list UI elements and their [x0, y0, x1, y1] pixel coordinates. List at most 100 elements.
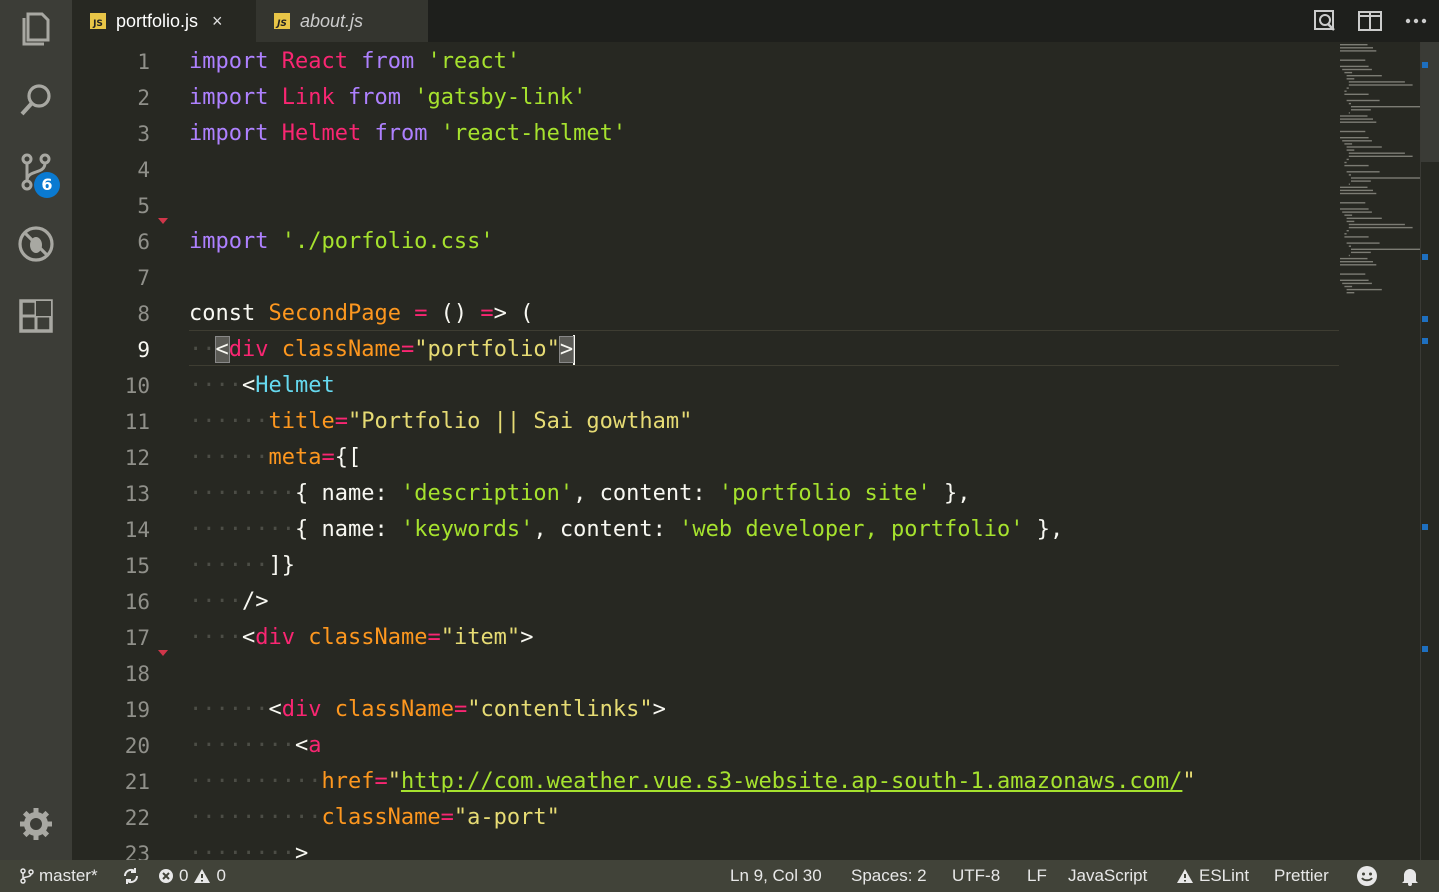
minimap-line — [1348, 84, 1413, 86]
more-actions-icon[interactable] — [1403, 8, 1429, 34]
minimap-line — [1344, 90, 1347, 92]
code-line[interactable]: 13 ········ { name: 'description', conten… — [72, 476, 1420, 512]
code-line[interactable]: 6 import './porfolio.css' — [72, 224, 1420, 260]
minimap[interactable] — [1338, 42, 1421, 362]
status-bar: master* 0 0 Ln 9, Col 30 Spaces: 2 UTF-8… — [0, 860, 1439, 892]
code-text: import './porfolio.css' — [189, 229, 494, 254]
search-icon[interactable] — [14, 78, 58, 122]
code-line[interactable]: 17 ···· <div className="item"> — [72, 620, 1420, 656]
minimap-line — [1346, 78, 1355, 80]
open-preview-icon[interactable] — [1312, 8, 1338, 34]
minimap-line — [1340, 186, 1368, 188]
code-line[interactable]: 11 ······ title="Portfolio || Sai gowtham… — [72, 404, 1420, 440]
notifications-button[interactable] — [1400, 860, 1420, 892]
source-control-badge: 6 — [34, 172, 60, 198]
sync-button[interactable] — [122, 860, 140, 892]
feedback-button[interactable] — [1356, 860, 1378, 892]
minimap-line — [1344, 233, 1347, 235]
warning-icon — [1177, 869, 1193, 883]
tab-about-js[interactable]: JS about.js — [256, 0, 428, 42]
code-line[interactable]: 18 — [72, 656, 1420, 692]
code-line[interactable]: 23 ········ > — [72, 836, 1420, 860]
split-editor-icon[interactable] — [1357, 8, 1383, 34]
tab-portfolio-js[interactable]: JS portfolio.js × — [72, 0, 256, 42]
scrollbar-thumb[interactable] — [1421, 42, 1439, 162]
minimap-line — [1344, 93, 1369, 95]
cursor-position[interactable]: Ln 9, Col 30 — [730, 860, 822, 892]
minimap-line — [1348, 223, 1405, 226]
minimap-line — [1340, 50, 1377, 52]
line-number: 6 — [137, 230, 150, 254]
code-line[interactable]: 21 ·········· href="http://com.weather.vu… — [72, 764, 1420, 800]
debug-icon[interactable] — [14, 222, 58, 266]
extensions-icon[interactable] — [14, 294, 58, 338]
problems-indicator[interactable]: 0 0 — [158, 860, 226, 892]
minimap-line — [1348, 112, 1350, 114]
minimap-line — [1340, 264, 1377, 266]
code-text: href="http://com.weather.vue.s3-website.… — [321, 769, 1196, 794]
prettier-status[interactable]: Prettier — [1274, 860, 1329, 892]
line-number: 4 — [137, 158, 150, 182]
code-line[interactable]: 16 ···· /> — [72, 584, 1420, 620]
code-line[interactable]: 3 import Helmet from 'react-helmet' — [72, 116, 1420, 152]
code-line[interactable]: 2 import Link from 'gatsby-link' — [72, 80, 1420, 116]
code-text: meta={[ — [268, 445, 362, 470]
line-ending[interactable]: LF — [1027, 860, 1047, 892]
code-line[interactable]: 15 ······ ]} — [72, 548, 1420, 584]
minimap-line — [1340, 137, 1369, 139]
error-icon — [159, 869, 173, 883]
javascript-file-icon: JS — [274, 13, 290, 29]
code-editor[interactable]: 1 import React from 'react' 2 import Link f… — [72, 42, 1439, 860]
minimap-line — [1346, 242, 1380, 244]
code-line[interactable]: 14 ········ { name: 'keywords', content: … — [72, 512, 1420, 548]
code-text: <a — [294, 733, 322, 758]
indentation[interactable]: Spaces: 2 — [851, 860, 927, 892]
branch-indicator[interactable]: master* — [20, 860, 98, 892]
line-number: 15 — [124, 554, 150, 578]
sync-icon — [123, 868, 139, 884]
minimap-line — [1340, 273, 1366, 275]
minimap-line — [1348, 152, 1405, 154]
minimap-line — [1346, 171, 1380, 173]
minimap-line — [1351, 251, 1371, 254]
explorer-icon[interactable] — [14, 6, 58, 50]
code-line[interactable]: 19 ······ <div className="contentlinks"> — [72, 692, 1420, 728]
minimap-line — [1340, 47, 1373, 49]
close-icon[interactable]: × — [212, 11, 223, 32]
code-line[interactable]: 10 ···· <Helmet — [72, 368, 1420, 404]
change-marker — [1422, 524, 1428, 530]
code-line[interactable]: 5 — [72, 188, 1420, 224]
tab-label: portfolio.js — [116, 10, 199, 31]
code-text: import Helmet from 'react-helmet' — [189, 121, 627, 146]
line-number: 7 — [137, 266, 150, 290]
code-text: title="Portfolio || Sai gowtham" — [268, 409, 693, 434]
minimap-line — [1340, 189, 1373, 192]
gear-icon[interactable] — [14, 802, 58, 846]
encoding[interactable]: UTF-8 — [952, 860, 1000, 892]
code-text: <div className="item"> — [241, 625, 534, 650]
line-number: 13 — [124, 482, 150, 506]
code-line[interactable]: 20 ········ <a — [72, 728, 1420, 764]
code-line[interactable]: 8 const SecondPage = () => ( — [72, 296, 1420, 332]
warning-count: 0 — [216, 866, 226, 885]
minimap-line — [1340, 192, 1377, 195]
code-line[interactable]: 1 import React from 'react' — [72, 44, 1420, 80]
change-marker — [1422, 338, 1428, 344]
minimap-line — [1340, 44, 1368, 46]
code-line[interactable]: 7 — [72, 260, 1420, 296]
minimap-line — [1348, 174, 1351, 176]
eslint-status[interactable]: ESLint — [1176, 860, 1249, 892]
activity-bar: 6 — [0, 0, 72, 860]
minimap-line — [1344, 236, 1369, 238]
code-line[interactable]: 12 ······ meta={[ — [72, 440, 1420, 476]
minimap-line — [1351, 106, 1421, 108]
code-line[interactable]: 22 ·········· className="a-port" — [72, 800, 1420, 836]
code-line[interactable]: 9 ·· <div className="portfolio"> — [72, 332, 1420, 368]
code-text: import Link from 'gatsby-link' — [189, 85, 587, 110]
language-mode[interactable]: JavaScript — [1068, 860, 1147, 892]
line-number: 9 — [137, 338, 150, 362]
tab-label: about.js — [300, 10, 364, 31]
minimap-line — [1340, 118, 1373, 120]
vertical-scrollbar[interactable] — [1420, 42, 1439, 860]
code-line[interactable]: 4 — [72, 152, 1420, 188]
